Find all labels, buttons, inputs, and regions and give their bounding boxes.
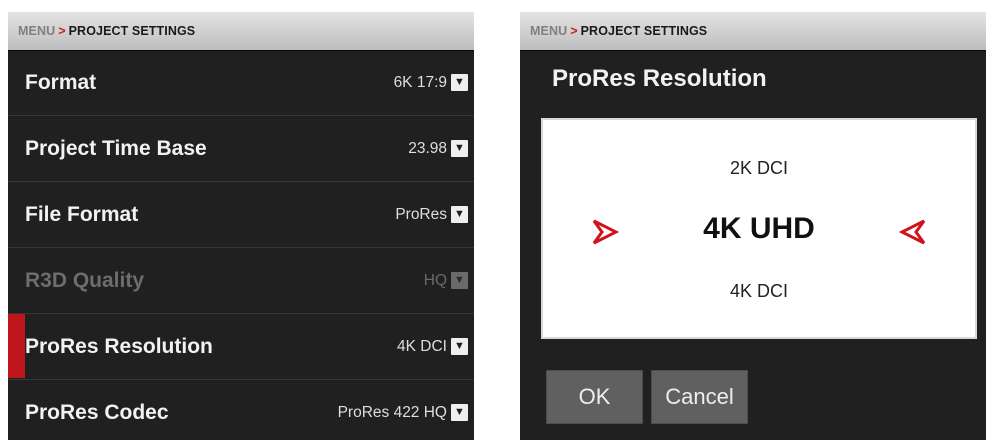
chevron-down-icon[interactable]: ▼ <box>451 404 468 421</box>
setting-label: ProRes Resolution <box>25 334 213 358</box>
setting-label: Project Time Base <box>25 136 207 160</box>
chevron-down-icon[interactable]: ▼ <box>451 206 468 223</box>
picker-option-next[interactable]: 4K DCI <box>543 281 975 302</box>
resolution-picker[interactable]: 2K DCI 4K UHD 4K DCI <box>541 118 977 339</box>
setting-row-format[interactable]: Format 6K 17:9 ▼ <box>8 50 474 116</box>
setting-row-r3d-quality: R3D Quality HQ ▼ <box>8 248 474 314</box>
picker-option-previous[interactable]: 2K DCI <box>543 158 975 179</box>
setting-label: ProRes Codec <box>25 400 169 424</box>
breadcrumb: MENU > PROJECT SETTINGS <box>520 12 986 50</box>
dialog-title: ProRes Resolution <box>552 65 767 92</box>
prores-resolution-screen: MENU > PROJECT SETTINGS ProRes Resolutio… <box>520 12 986 440</box>
chevron-down-icon[interactable]: ▼ <box>451 338 468 355</box>
breadcrumb-menu[interactable]: MENU <box>18 24 55 38</box>
setting-row-file-format[interactable]: File Format ProRes ▼ <box>8 182 474 248</box>
project-settings-screen: MENU > PROJECT SETTINGS Format 6K 17:9 ▼… <box>8 12 474 440</box>
chevron-down-icon[interactable]: ▼ <box>451 140 468 157</box>
setting-value: 4K DCI <box>397 337 447 355</box>
breadcrumb-menu[interactable]: MENU <box>530 24 567 38</box>
ok-button[interactable]: OK <box>546 370 643 424</box>
cancel-button[interactable]: Cancel <box>651 370 748 424</box>
arrow-right-icon[interactable] <box>591 218 619 246</box>
arrow-left-icon[interactable] <box>899 218 927 246</box>
breadcrumb-current: PROJECT SETTINGS <box>68 24 196 38</box>
setting-row-prores-resolution[interactable]: ProRes Resolution 4K DCI ▼ <box>8 314 474 380</box>
breadcrumb-separator: > <box>570 24 578 38</box>
setting-value: ProRes 422 HQ <box>337 403 447 421</box>
setting-row-prores-codec[interactable]: ProRes Codec ProRes 422 HQ ▼ <box>8 380 474 440</box>
chevron-down-icon[interactable]: ▼ <box>451 74 468 91</box>
breadcrumb: MENU > PROJECT SETTINGS <box>8 12 474 50</box>
breadcrumb-current: PROJECT SETTINGS <box>580 24 708 38</box>
setting-label: R3D Quality <box>25 268 145 292</box>
setting-value: 6K 17:9 <box>393 73 447 91</box>
setting-row-project-time-base[interactable]: Project Time Base 23.98 ▼ <box>8 116 474 182</box>
setting-label: Format <box>25 70 97 94</box>
setting-label: File Format <box>25 202 139 226</box>
selection-indicator <box>8 314 25 378</box>
setting-value: ProRes <box>395 205 447 223</box>
setting-value: HQ <box>423 271 447 289</box>
setting-value: 23.98 <box>408 139 447 157</box>
chevron-down-icon: ▼ <box>451 272 468 289</box>
breadcrumb-separator: > <box>58 24 66 38</box>
